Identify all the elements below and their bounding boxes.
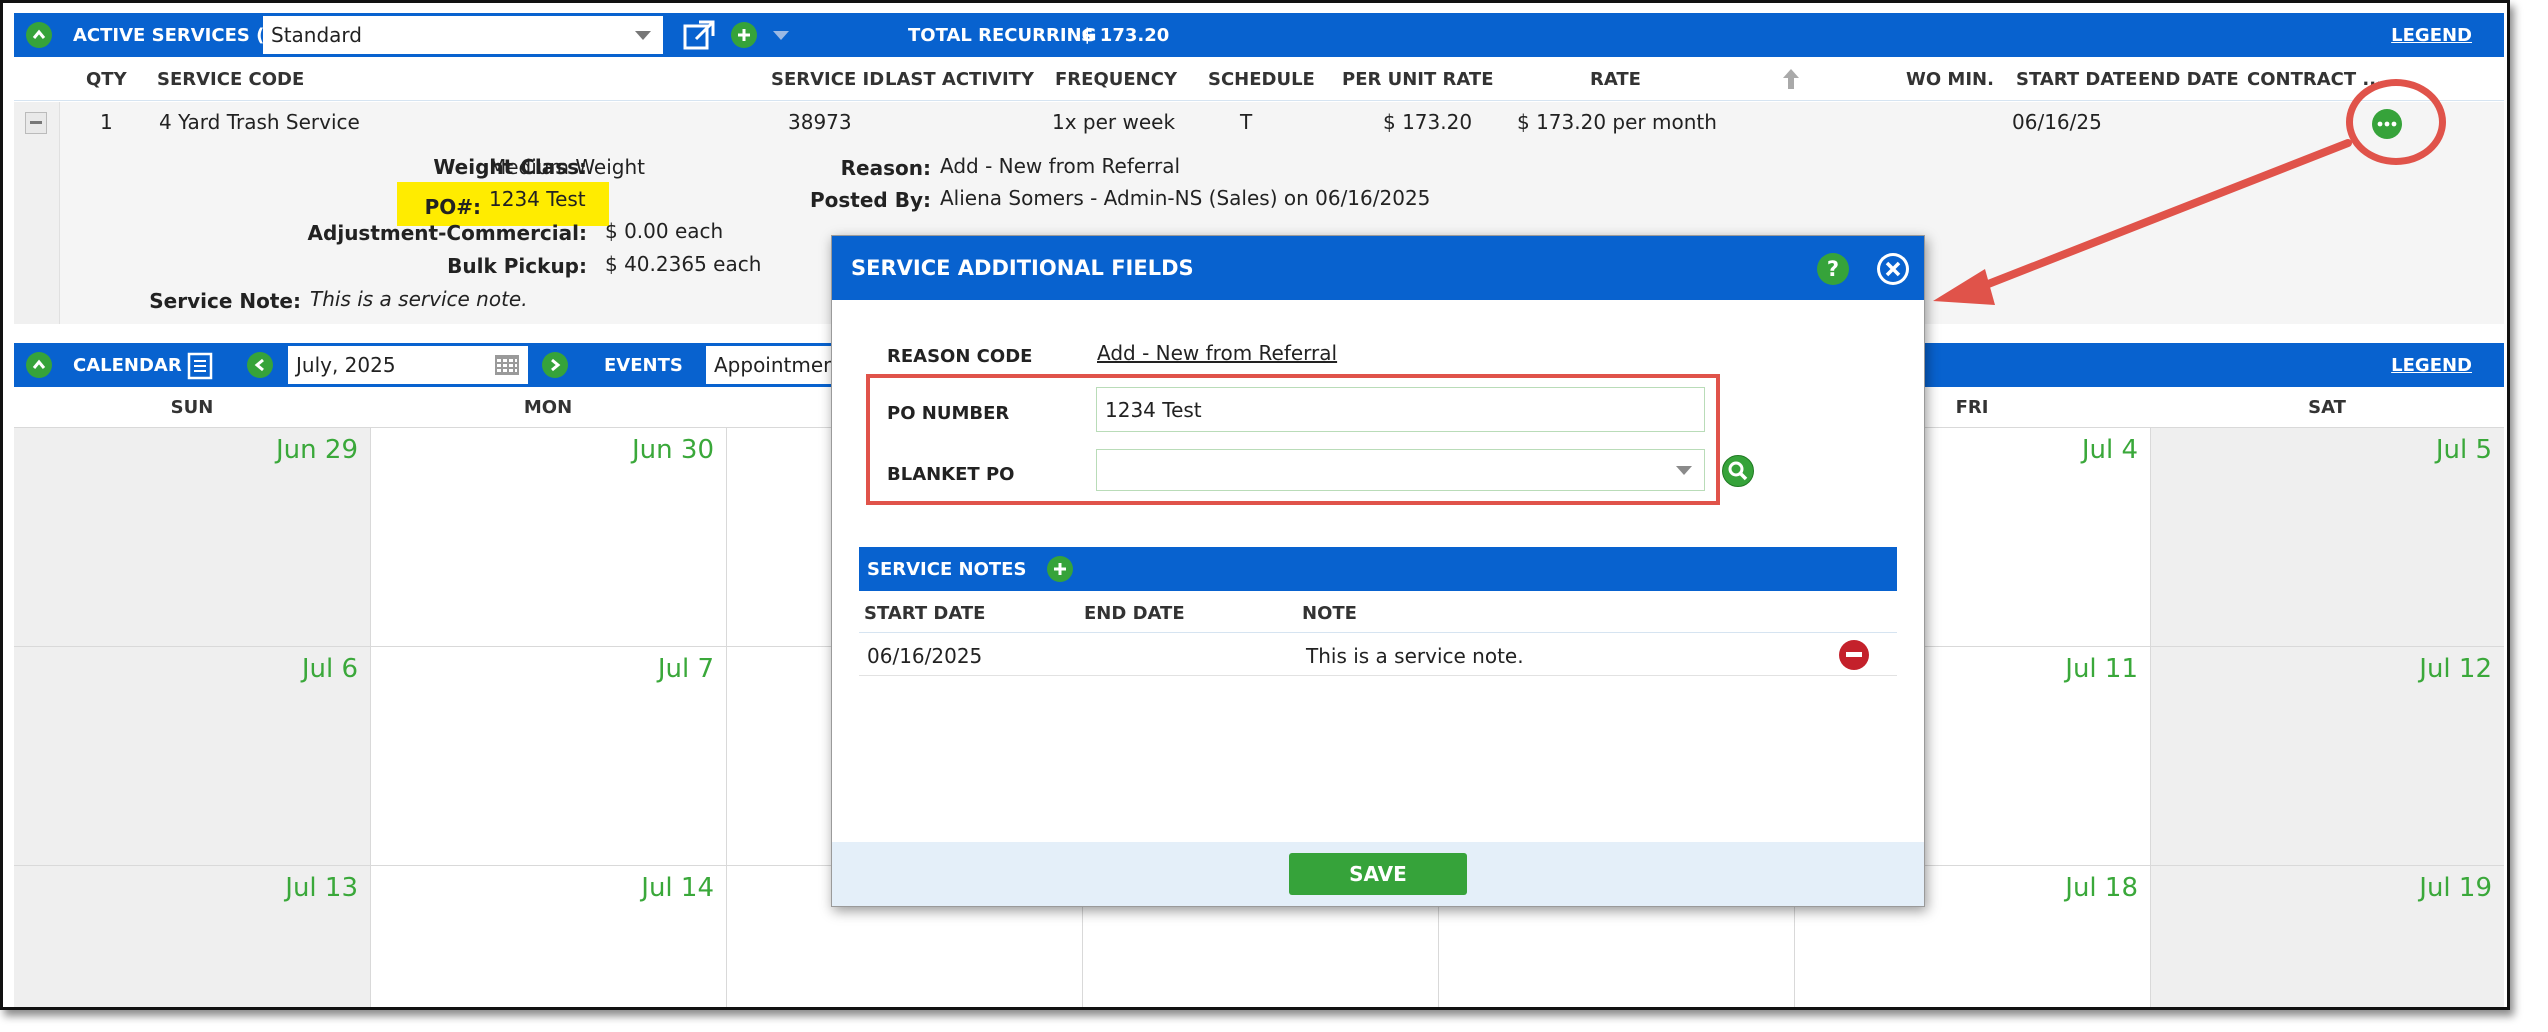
screenshot-frame: ACTIVE SERVICES (1) Standard TOTAL RECUR… (0, 0, 2548, 1032)
annotation-arrow (1933, 139, 2352, 305)
app-window: ACTIVE SERVICES (1) Standard TOTAL RECUR… (0, 0, 2510, 1010)
